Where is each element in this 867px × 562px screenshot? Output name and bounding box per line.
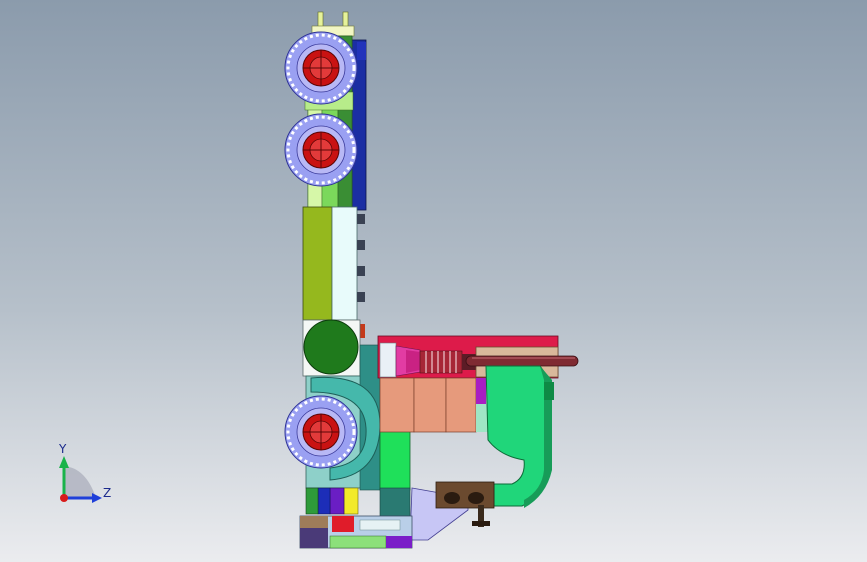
z-axis-label: Z bbox=[103, 486, 112, 500]
triad-plane-icon bbox=[64, 466, 96, 498]
cad-viewport[interactable]: Y Z bbox=[0, 0, 867, 562]
x-axis-dot-icon bbox=[60, 494, 68, 502]
coordinate-triad bbox=[59, 456, 102, 503]
y-axis-label: Y bbox=[59, 442, 67, 456]
